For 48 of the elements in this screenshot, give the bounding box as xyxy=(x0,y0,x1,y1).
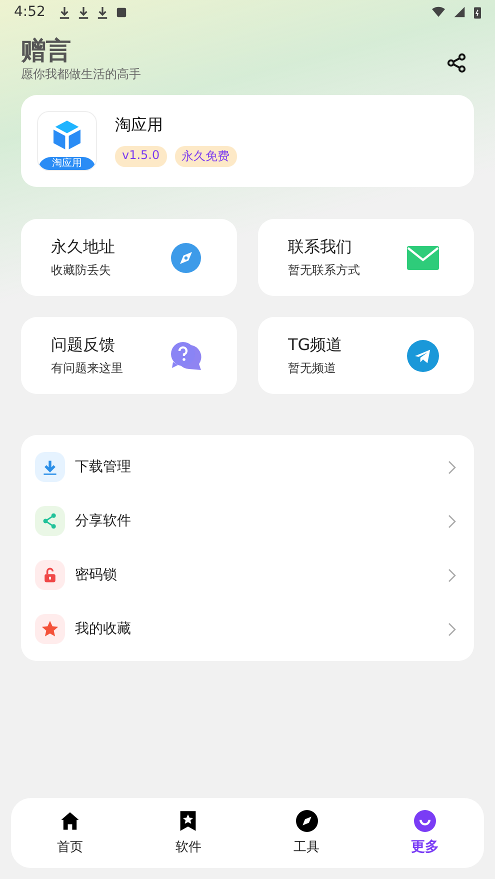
question-chat-icon xyxy=(169,340,203,372)
page-title: 赠言 xyxy=(21,36,72,66)
smile-icon xyxy=(414,810,436,832)
feature-card[interactable]: 永久地址 收藏防丢失 xyxy=(21,219,237,296)
paper-plane-icon xyxy=(406,340,440,372)
feature-card[interactable]: 问题反馈 有问题来这里 xyxy=(21,317,237,394)
chevron-icon xyxy=(448,460,456,474)
card-subtitle: 暂无联系方式 xyxy=(288,262,360,278)
status-time: 4:52 xyxy=(14,4,46,20)
battery-icon xyxy=(474,6,481,18)
app-badge: 永久免费 xyxy=(174,146,237,167)
download-icon xyxy=(78,6,90,18)
menu-item[interactable]: 密码锁 xyxy=(21,548,474,602)
page-subtitle: 愿你我都做生活的高手 xyxy=(21,66,141,83)
tab-item[interactable]: 工具 xyxy=(248,798,366,868)
download-icon xyxy=(59,6,70,18)
card-title: 永久地址 xyxy=(51,236,115,258)
download-icon xyxy=(97,6,108,18)
tab-item[interactable]: 软件 xyxy=(129,798,248,868)
card-title: 问题反馈 xyxy=(51,334,116,356)
card-title: TG频道 xyxy=(288,334,342,356)
compass-icon xyxy=(296,810,318,832)
feature-card[interactable]: 联系我们 暂无联系方式 xyxy=(258,219,474,296)
chevron-icon xyxy=(448,622,456,636)
chevron-icon xyxy=(448,568,456,582)
download-icon xyxy=(41,458,59,476)
tab-item[interactable]: 首页 xyxy=(11,798,130,868)
menu-item[interactable]: 我的收藏 xyxy=(21,602,474,656)
wifi-icon xyxy=(432,6,445,18)
chevron-icon xyxy=(448,514,456,528)
card-title: 联系我们 xyxy=(288,236,353,258)
feature-card[interactable]: TG频道 暂无频道 xyxy=(258,317,474,394)
app-badge: v1.5.0 xyxy=(115,146,167,167)
share-icon xyxy=(41,512,59,530)
card-subtitle: 收藏防丢失 xyxy=(51,262,112,278)
card-subtitle: 暂无频道 xyxy=(288,360,337,376)
tab-item[interactable]: 更多 xyxy=(366,798,484,868)
app-name: 淘应用 xyxy=(115,115,164,136)
menu-item[interactable]: 分享软件 xyxy=(21,494,474,548)
star-icon xyxy=(41,620,59,638)
signal-icon xyxy=(453,6,466,18)
app-logo: 淘应用 xyxy=(37,111,97,171)
share-icon[interactable] xyxy=(447,52,467,72)
menu-item[interactable]: 下载管理 xyxy=(21,440,474,494)
notification-icon xyxy=(116,6,128,18)
card-subtitle: 有问题来这里 xyxy=(51,360,123,376)
home-icon xyxy=(59,810,82,832)
compass-icon xyxy=(169,242,203,274)
